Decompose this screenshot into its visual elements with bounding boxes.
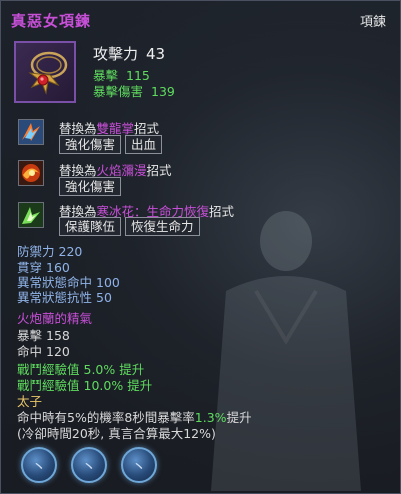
attack-stat: 攻擊力 43 xyxy=(93,43,165,64)
necklace-icon xyxy=(14,41,76,103)
ice-flower-skill-icon xyxy=(18,202,44,228)
crit-damage-stat: 暴擊傷害 139 xyxy=(93,81,175,100)
special-effect-suffix: 提升 xyxy=(226,410,252,425)
set-accuracy-stat: 命中 120 xyxy=(17,341,70,360)
status-resist-stat: 異常狀態抗性 50 xyxy=(17,287,112,306)
socket-orb-3-glyph: ⼂ xyxy=(131,458,147,476)
skill-1-name: 雙龍掌 xyxy=(96,121,135,136)
skill-2-tag-1: 強化傷害 xyxy=(59,177,122,196)
attack-value: 43 xyxy=(146,45,166,63)
skill-1-tag-2: 出血 xyxy=(125,135,163,154)
crit-damage-value: 139 xyxy=(151,84,175,99)
skill-2-suffix: 招式 xyxy=(146,163,172,178)
skill-3-suffix: 招式 xyxy=(209,204,235,219)
socket-orb-2-glyph: ⼂ xyxy=(81,458,97,476)
exp-bonus-2-suffix: 提升 xyxy=(127,378,153,393)
skill-1-tag-1: 強化傷害 xyxy=(59,135,122,154)
status-resist-value: 50 xyxy=(96,290,112,305)
status-resist-label: 異常狀態抗性 xyxy=(17,290,93,305)
socket-orb-3[interactable]: ⼂ xyxy=(121,447,157,483)
set-accuracy-value: 120 xyxy=(46,344,70,359)
set-accuracy-label: 命中 xyxy=(17,344,43,359)
skill-1-prefix: 替換為 xyxy=(59,121,97,136)
skill-3-tag-2: 恢復生命力 xyxy=(125,217,200,236)
socket-orb-1[interactable]: ⼂ xyxy=(21,447,57,483)
crit-damage-label: 暴擊傷害 xyxy=(93,84,144,99)
item-tooltip: 真惡女項鍊 項鍊 攻擊力 43 暴擊 115 暴擊傷害 139 替換為雙龍掌招式 強化… xyxy=(0,0,401,494)
attack-label: 攻擊力 xyxy=(93,45,139,63)
skill-3-tag-1: 保護隊伍 xyxy=(59,217,122,236)
twin-dragon-palm-skill-icon xyxy=(18,119,44,145)
item-type: 項鍊 xyxy=(359,15,386,30)
socket-orb-1-glyph: ⼂ xyxy=(31,458,47,476)
exp-bonus-2-value: 10.0% xyxy=(83,378,124,393)
flame-spread-skill-icon xyxy=(18,160,44,186)
item-name: 真惡女項鍊 xyxy=(11,12,92,30)
skill-2-name: 火焰瀰漫 xyxy=(96,163,147,178)
special-effect-note: (冷卻時間20秒, 真言合算最大12%) xyxy=(17,426,216,441)
socket-orb-2[interactable]: ⼂ xyxy=(71,447,107,483)
skill-1-suffix: 招式 xyxy=(134,121,160,136)
skill-2-prefix: 替換為 xyxy=(59,163,97,178)
background-figure-art xyxy=(211,211,361,491)
